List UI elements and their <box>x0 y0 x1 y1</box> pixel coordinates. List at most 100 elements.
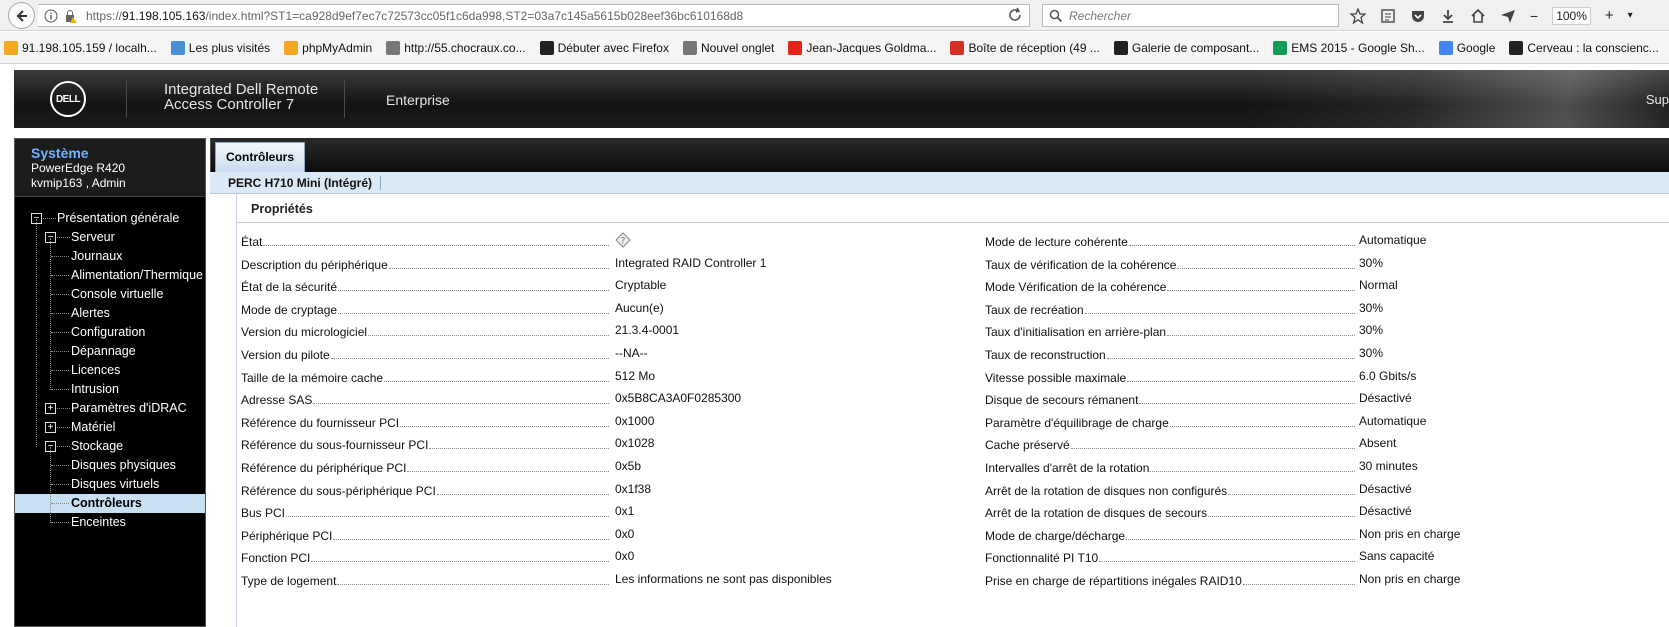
tab-controllers[interactable]: Contrôleurs <box>215 142 306 172</box>
bookmark-item[interactable]: http://55.chocraux.co... <box>386 40 526 55</box>
tree-item-label: Licences <box>71 363 121 377</box>
tree-connector <box>51 465 69 466</box>
overflow-menu-icon[interactable]: ▾ <box>1628 10 1633 21</box>
tree-connector <box>50 447 51 523</box>
property-row: Adresse SAS 0x5B8CA3A0F0285300 <box>241 389 935 411</box>
bookmark-item[interactable]: Les plus visités <box>170 40 270 55</box>
tree-connector <box>57 237 70 238</box>
property-value: Absent <box>1359 436 1397 451</box>
idrac-header: DELL Integrated Dell Remote Access Contr… <box>14 70 1669 128</box>
tree-item[interactable]: Disques physiques <box>15 456 205 475</box>
bookmark-item[interactable]: Nouvel onglet <box>682 40 774 55</box>
property-label: Arrêt de la rotation de disques de secou… <box>985 502 1355 521</box>
bookmark-item[interactable]: EMS 2015 - Google Sh... <box>1273 40 1425 55</box>
property-label: Taux de reconstruction <box>985 344 1355 362</box>
tree-item[interactable]: + Paramètres d'iDRAC <box>15 399 205 418</box>
tree-item[interactable]: + Matériel <box>15 418 205 437</box>
property-row: Arrêt de la rotation de disques de secou… <box>985 502 1669 524</box>
home-icon[interactable] <box>1470 8 1486 24</box>
tree-connector <box>43 218 56 219</box>
url-bar[interactable]: https://91.198.105.163/index.html?ST1=ca… <box>38 4 1030 27</box>
bookmark-item[interactable]: 91.198.105.159 / localh... <box>4 40 157 55</box>
tree-item[interactable]: − Stockage <box>15 437 205 456</box>
property-label: Vitesse possible maximale <box>985 367 1355 385</box>
property-row: Taux d'initialisation en arrière-plan 30% <box>985 321 1669 343</box>
tree-item[interactable]: Contrôleurs <box>15 494 205 513</box>
property-row: Taille de la mémoire cache 512 Mo <box>241 367 935 389</box>
property-label: Cache préservé <box>985 434 1355 453</box>
header-divider <box>344 80 345 118</box>
lock-warning-icon[interactable] <box>64 9 78 23</box>
tree-connector <box>50 238 51 390</box>
property-label: Mode de cryptage <box>241 299 609 317</box>
bookmark-favicon-icon <box>284 40 299 55</box>
tree-connector <box>36 219 37 447</box>
bookmark-item[interactable]: Débuter avec Firefox <box>539 40 669 55</box>
tree-item-label: Présentation générale <box>57 211 180 225</box>
property-row: Version du pilote --NA-- <box>241 344 935 366</box>
bookmark-item[interactable]: Jean-Jacques Goldma... <box>788 40 936 55</box>
tree-item[interactable]: Dépannage <box>15 342 205 361</box>
arrow-left-icon <box>16 9 27 22</box>
system-title[interactable]: Système <box>31 145 205 161</box>
tree-item[interactable]: − Présentation générale <box>15 209 205 228</box>
support-link[interactable]: Sup <box>1646 92 1669 107</box>
bookmark-label: Cerveau : la conscienc... <box>1527 40 1659 55</box>
search-bar[interactable]: Rechercher <box>1042 4 1339 27</box>
property-label: Taux d'initialisation en arrière-plan <box>985 321 1355 340</box>
property-row: Référence du sous-fournisseur PCI 0x1028 <box>241 434 935 456</box>
bookmark-favicon-icon <box>4 40 18 55</box>
search-placeholder: Rechercher <box>1069 8 1132 23</box>
bookmark-item[interactable]: Cerveau : la conscienc... <box>1509 40 1659 55</box>
pocket-icon[interactable] <box>1410 8 1426 24</box>
bookmark-item[interactable]: Google <box>1438 40 1495 55</box>
property-value: 0x5b <box>615 459 642 473</box>
subtab-perc-h710[interactable]: PERC H710 Mini (Intégré) <box>228 176 372 190</box>
property-value: 30% <box>1359 255 1384 270</box>
tree-item[interactable]: Configuration <box>15 323 205 342</box>
back-button[interactable] <box>8 2 35 29</box>
property-label: Paramètre d'équilibrage de charge <box>985 412 1355 430</box>
star-icon[interactable] <box>1350 7 1366 24</box>
bookmark-item[interactable]: Boîte de réception (49 ... <box>950 40 1100 55</box>
reading-list-icon[interactable] <box>1380 8 1396 24</box>
bookmark-favicon-icon <box>1113 40 1128 55</box>
property-label: Version du pilote <box>241 344 609 362</box>
zoom-in-icon[interactable]: + <box>1605 7 1614 24</box>
bookmark-favicon-icon <box>1438 40 1453 55</box>
bookmark-item[interactable]: phpMyAdmin <box>284 40 372 55</box>
zoom-out-icon[interactable]: − <box>1530 8 1538 24</box>
tree-item-label: Contrôleurs <box>71 496 142 510</box>
tree-item-label: Alertes <box>71 306 110 320</box>
tree-item[interactable]: Licences <box>15 361 205 380</box>
tree-item[interactable]: Enceintes <box>15 513 205 532</box>
property-value: Sans capacité <box>1359 549 1435 564</box>
tree-item-label: Configuration <box>71 325 146 339</box>
expand-icon[interactable]: + <box>45 403 56 414</box>
property-label: Mode Vérification de la cohérence <box>985 276 1355 295</box>
send-icon[interactable] <box>1500 8 1516 24</box>
tree-item[interactable]: Alertes <box>15 304 205 323</box>
zoom-level[interactable]: 100% <box>1552 6 1591 25</box>
bookmark-item[interactable]: Galerie de composant... <box>1113 40 1259 55</box>
tree-item[interactable]: Alimentation/Thermique <box>15 266 205 285</box>
section-title: Propriétés <box>251 202 313 216</box>
tree-connector <box>51 256 69 257</box>
download-icon[interactable] <box>1440 8 1456 24</box>
tree-item[interactable]: Intrusion <box>15 380 205 399</box>
property-value: Non pris en charge <box>1359 526 1461 541</box>
property-label: Disque de secours rémanent <box>985 389 1355 408</box>
reload-icon[interactable] <box>1007 7 1023 23</box>
tree-item[interactable]: − Serveur <box>15 228 205 247</box>
tree-item[interactable]: Disques virtuels <box>15 475 205 494</box>
bookmark-label: 91.198.105.159 / localh... <box>22 40 157 55</box>
expand-icon[interactable]: + <box>45 422 56 433</box>
tree-item[interactable]: Journaux <box>15 247 205 266</box>
info-icon[interactable] <box>44 9 58 23</box>
property-row: Référence du fournisseur PCI 0x1000 <box>241 412 935 434</box>
property-value: 0x1028 <box>615 436 655 451</box>
property-value: 6.0 Gbits/s <box>1359 368 1417 383</box>
system-summary: Système PowerEdge R420 kvmip163 , Admin <box>15 139 205 197</box>
tree-item[interactable]: Console virtuelle <box>15 285 205 304</box>
property-label: Adresse SAS <box>241 389 609 408</box>
